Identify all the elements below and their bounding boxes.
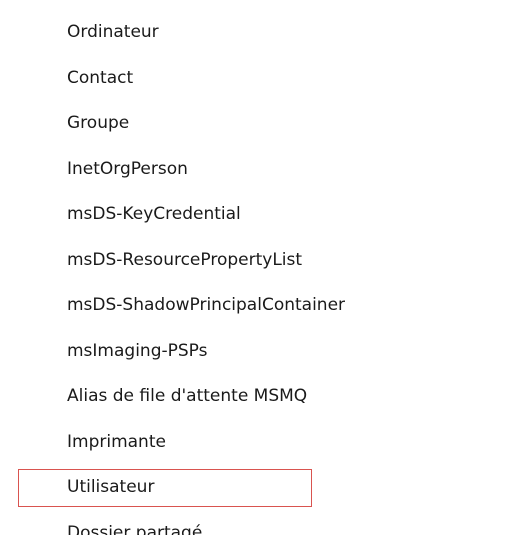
menu-item-utilisateur[interactable]: Utilisateur xyxy=(0,465,509,511)
menu-item-dossier-partage[interactable]: Dossier partagé xyxy=(0,511,509,535)
menu-item-ordinateur[interactable]: Ordinateur xyxy=(0,10,509,56)
menu-item-imprimante[interactable]: Imprimante xyxy=(0,420,509,466)
menu-item-list: Ordinateur Contact Groupe InetOrgPerson … xyxy=(0,10,509,535)
menu-item-msds-resourcepropertylist[interactable]: msDS-ResourcePropertyList xyxy=(0,238,509,284)
menu-item-msds-shadowprincipalcontainer[interactable]: msDS-ShadowPrincipalContainer xyxy=(0,283,509,329)
menu-item-alias-msmq[interactable]: Alias de file d'attente MSMQ xyxy=(0,374,509,420)
menu-item-msimaging-psps[interactable]: msImaging-PSPs xyxy=(0,329,509,375)
menu-item-msds-keycredential[interactable]: msDS-KeyCredential xyxy=(0,192,509,238)
menu-item-contact[interactable]: Contact xyxy=(0,56,509,102)
menu-item-groupe[interactable]: Groupe xyxy=(0,101,509,147)
new-object-context-menu: Ordinateur Contact Groupe InetOrgPerson … xyxy=(0,0,509,535)
menu-item-inetorgperson[interactable]: InetOrgPerson xyxy=(0,147,509,193)
